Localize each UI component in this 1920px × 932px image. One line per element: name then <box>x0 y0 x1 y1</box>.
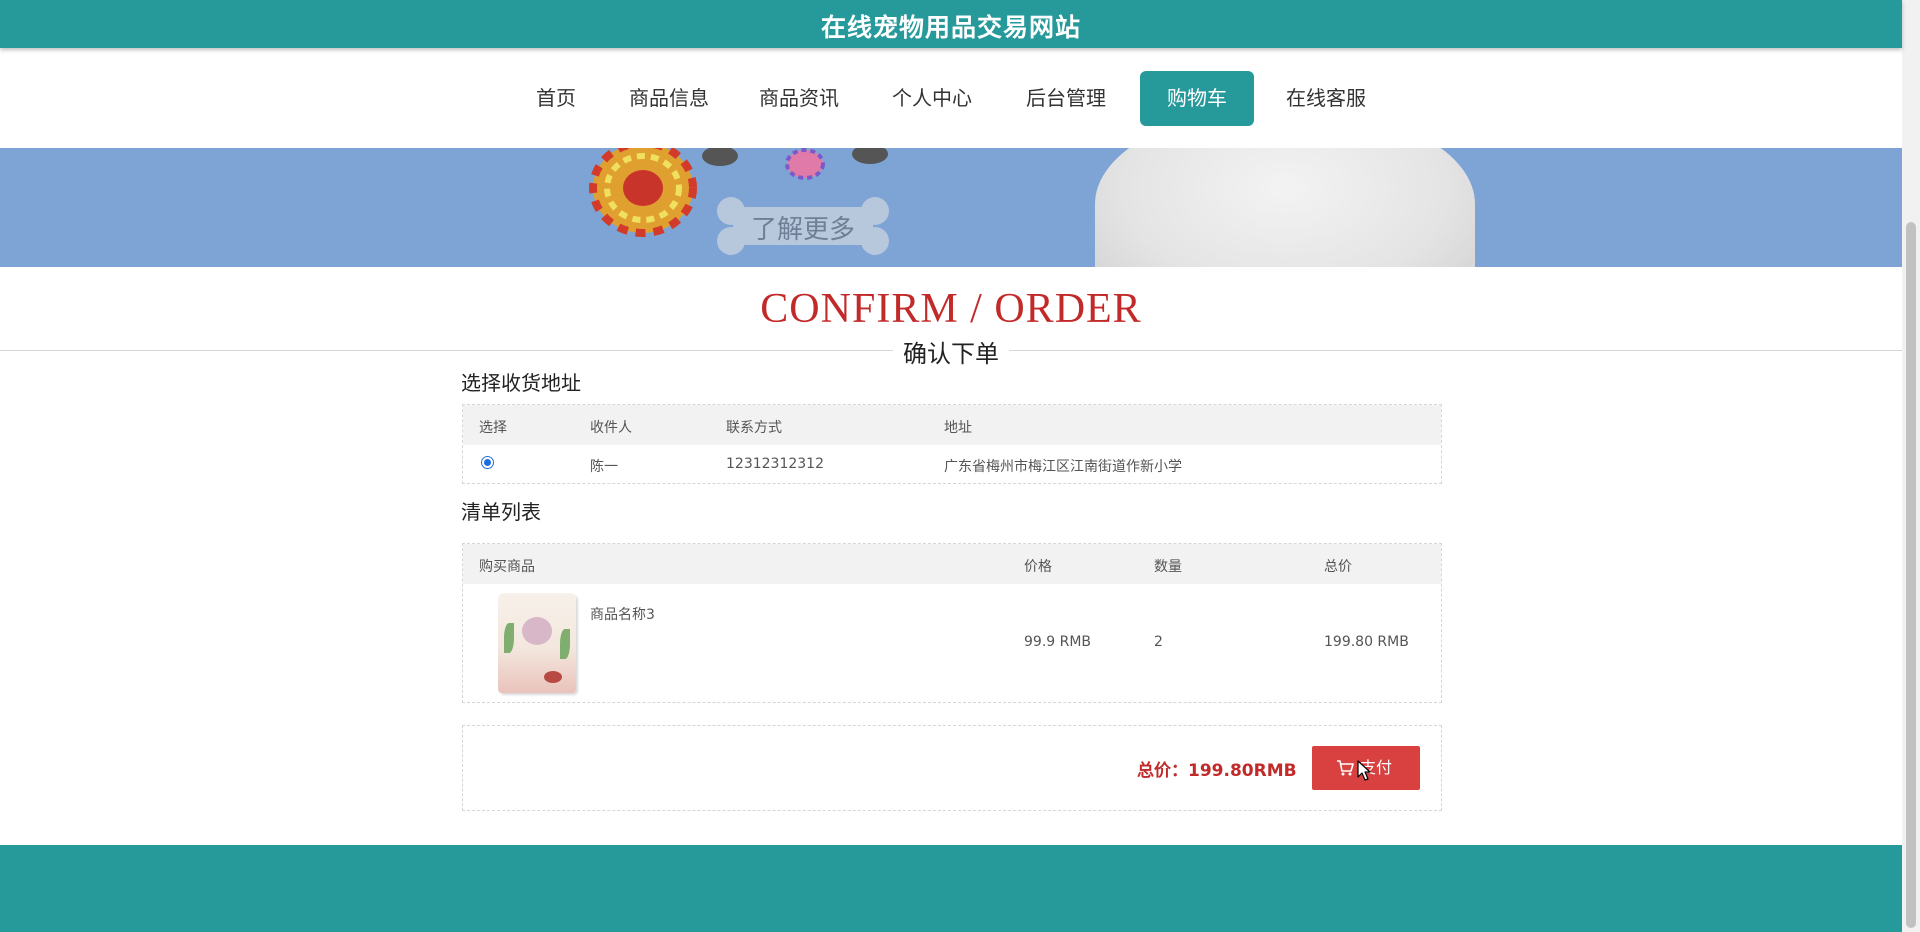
product-name[interactable]: 商品名称3 <box>590 604 655 624</box>
address-radio[interactable] <box>481 456 494 469</box>
column-header-price: 价格 <box>1024 559 1052 575</box>
product-quantity: 2 <box>1154 634 1163 650</box>
recipient-name: 陈一 <box>590 459 618 475</box>
items-section-label: 清单列表 <box>461 500 541 524</box>
product-price: 99.9 RMB <box>1024 634 1092 650</box>
nav-item-cart[interactable]: 购物车 <box>1140 71 1254 126</box>
pet-face-icon <box>522 617 552 645</box>
product-bag-image <box>498 593 576 693</box>
learn-more-button[interactable]: 了解更多 <box>713 195 893 257</box>
items-table-header: 购买商品 价格 数量 总价 <box>463 544 1441 584</box>
learn-more-label: 了解更多 <box>750 215 855 245</box>
cart-icon <box>1337 760 1354 776</box>
column-header-product: 购买商品 <box>479 559 535 575</box>
scrollbar[interactable] <box>1902 0 1920 932</box>
treat-icon <box>544 671 562 683</box>
column-header-total: 总价 <box>1324 559 1352 575</box>
nav-item-home[interactable]: 首页 <box>525 71 587 126</box>
column-header-recipient: 收件人 <box>590 420 632 436</box>
leaf-icon <box>504 623 514 653</box>
order-total: 总价：199.80RMB <box>1137 761 1297 781</box>
main-nav: 首页 商品信息 商品资讯 个人中心 后台管理 购物车 在线客服 <box>0 48 1902 148</box>
nav-item-customer-service[interactable]: 在线客服 <box>1278 71 1374 126</box>
leaf-icon <box>560 629 570 659</box>
column-header-address: 地址 <box>944 420 972 436</box>
cat-illustration <box>1095 148 1475 267</box>
items-table: 购买商品 价格 数量 总价 商品名称3 99.9 RMB 2 199.80 RM… <box>462 543 1442 703</box>
table-row[interactable]: 陈一 12312312312 广东省梅州市梅江区江南街道作新小学 <box>463 445 1441 483</box>
nav-item-personal-center[interactable]: 个人中心 <box>884 71 980 126</box>
recipient-phone: 12312312312 <box>726 456 824 472</box>
column-header-select: 选择 <box>479 420 507 436</box>
page-subtitle: 确认下单 <box>893 334 1009 369</box>
column-header-phone: 联系方式 <box>726 420 782 436</box>
checkout-box: 总价：199.80RMB 支付 <box>462 725 1442 811</box>
nav-item-news[interactable]: 商品资讯 <box>751 71 847 126</box>
product-total: 199.80 RMB <box>1324 634 1409 650</box>
address-table: 选择 收件人 联系方式 地址 陈一 12312312312 广东省梅州市梅江区江… <box>462 404 1442 484</box>
mouse-cursor-icon <box>1357 760 1371 781</box>
banner-image: 了解更多 <box>0 148 1902 267</box>
footer <box>0 845 1902 932</box>
address-table-header: 选择 收件人 联系方式 地址 <box>463 405 1441 445</box>
recipient-address: 广东省梅州市梅江区江南街道作新小学 <box>944 459 1182 475</box>
table-row: 商品名称3 99.9 RMB 2 199.80 RMB <box>463 584 1441 702</box>
scrollbar-thumb[interactable] <box>1906 222 1916 928</box>
column-header-quantity: 数量 <box>1154 559 1182 575</box>
rope-toy-top-illustration <box>702 148 888 180</box>
site-header: 在线宠物用品交易网站 <box>0 0 1902 48</box>
nav-item-products[interactable]: 商品信息 <box>621 71 717 126</box>
page: 在线宠物用品交易网站 首页 商品信息 商品资讯 个人中心 后台管理 购物车 在线… <box>0 0 1920 932</box>
site-title: 在线宠物用品交易网站 <box>820 13 1081 42</box>
nav-item-admin[interactable]: 后台管理 <box>1018 71 1114 126</box>
product-image[interactable] <box>498 593 578 695</box>
page-title: CONFIRM / ORDER <box>760 286 1142 332</box>
address-section-label: 选择收货地址 <box>461 371 581 395</box>
